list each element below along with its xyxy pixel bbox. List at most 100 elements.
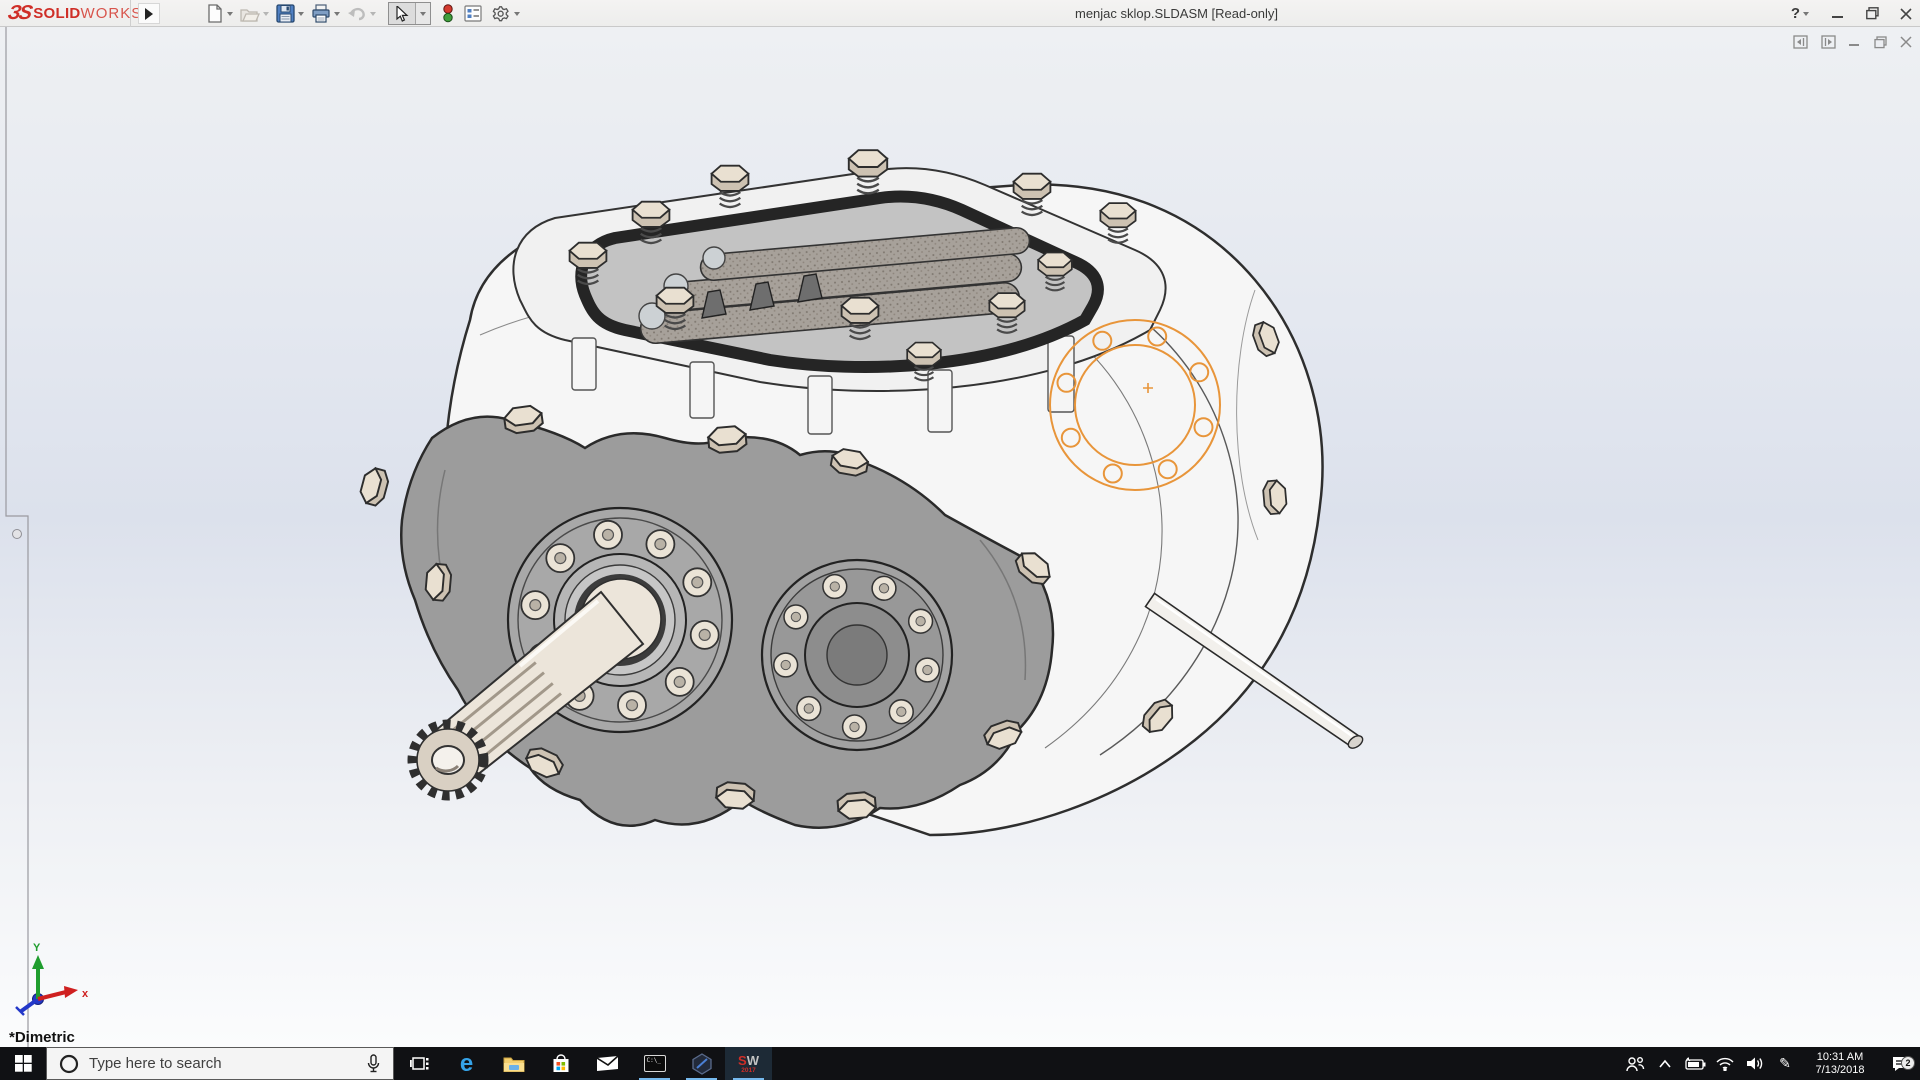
open-dropdown[interactable]	[263, 12, 269, 16]
cortana-icon	[59, 1054, 79, 1074]
logo-word-works: WORKS	[81, 5, 143, 22]
file-properties-button[interactable]	[463, 2, 483, 25]
document-minimize-button[interactable]	[1849, 36, 1861, 48]
taskbar-clock[interactable]: 10:31 AM 7/13/2018	[1804, 1051, 1876, 1077]
menu-flyout-button[interactable]	[138, 3, 160, 24]
help-label: ?	[1791, 5, 1800, 22]
close-button[interactable]	[1896, 4, 1916, 24]
taskbar-edge[interactable]: e	[443, 1047, 490, 1080]
edge-icon: e	[460, 1052, 473, 1076]
windows-taskbar: e C:\_	[0, 1047, 1920, 1080]
options-button[interactable]	[491, 2, 526, 25]
x-axis-label: x	[82, 988, 89, 1000]
save-button[interactable]	[275, 2, 310, 25]
command-prompt-icon: C:\_	[644, 1055, 666, 1072]
document-restore-button[interactable]	[1874, 36, 1887, 49]
titlebar: ЗS SOLIDWORKS	[0, 0, 1920, 27]
action-center-button[interactable]: 2	[1880, 1055, 1920, 1072]
select-tool-button[interactable]	[388, 2, 431, 25]
orientation-triad: Y x	[6, 941, 106, 1021]
save-dropdown[interactable]	[298, 12, 304, 16]
people-button[interactable]	[1620, 1056, 1650, 1072]
restore-icon	[1866, 7, 1879, 20]
undo-arrow-icon	[347, 5, 367, 22]
show-hidden-icons-button[interactable]	[1650, 1059, 1680, 1069]
secondary-hub	[762, 560, 952, 750]
taskbar-hexagon-app[interactable]	[678, 1047, 725, 1080]
pen-icon: ✎	[1779, 1055, 1791, 1072]
mail-icon	[597, 1056, 618, 1072]
taskbar-solidworks[interactable]: SW 2017	[725, 1047, 772, 1080]
solidworks-2017-icon: SW 2017	[738, 1053, 759, 1075]
taskbar-search[interactable]	[46, 1047, 394, 1080]
chevron-up-icon	[1658, 1059, 1672, 1069]
task-view-button[interactable]	[396, 1047, 443, 1080]
options-dropdown[interactable]	[514, 12, 520, 16]
spline-shaft-end	[412, 724, 484, 796]
wifi-icon	[1716, 1057, 1734, 1071]
taskbar-file-explorer[interactable]	[490, 1047, 537, 1080]
rebuild-traffic-light-icon	[442, 4, 454, 23]
start-button[interactable]	[0, 1047, 46, 1080]
logo-separator	[130, 0, 131, 27]
solidworks-logo-mark-icon: ЗS	[6, 2, 33, 25]
windows-logo-icon	[15, 1055, 32, 1072]
battery-charging-icon	[1684, 1057, 1707, 1071]
search-input[interactable]	[89, 1055, 339, 1072]
pen-settings-button[interactable]: ✎	[1770, 1055, 1800, 1072]
select-tool-dropdown[interactable]	[415, 3, 430, 24]
play-arrow-icon	[144, 8, 154, 20]
options-gear-icon	[492, 4, 511, 23]
people-icon	[1625, 1056, 1645, 1072]
volume-button[interactable]	[1740, 1056, 1770, 1071]
save-floppy-icon	[276, 4, 295, 23]
collapsed-panel-edge[interactable]	[6, 27, 28, 1047]
document-title: menjac sklop.SLDASM [Read-only]	[1075, 0, 1278, 27]
store-icon	[551, 1054, 571, 1074]
taskbar-mail[interactable]	[584, 1047, 631, 1080]
print-dropdown[interactable]	[334, 12, 340, 16]
system-tray: ✎ 10:31 AM 7/13/2018 2	[1620, 1047, 1920, 1080]
open-button[interactable]	[239, 2, 275, 25]
network-button[interactable]	[1710, 1057, 1740, 1071]
taskbar-command-prompt[interactable]: C:\_	[631, 1047, 678, 1080]
microphone-icon[interactable]	[366, 1054, 381, 1073]
file-properties-icon	[464, 5, 482, 22]
titlebar-controls: ?	[1791, 0, 1916, 27]
print-icon	[311, 4, 331, 23]
collapse-left-panel-button[interactable]	[1793, 35, 1808, 49]
file-explorer-icon	[503, 1055, 525, 1073]
notification-badge: 2	[1901, 1056, 1915, 1070]
solidworks-logo: ЗS SOLIDWORKS	[8, 2, 142, 25]
main-toolbar	[205, 2, 526, 25]
help-dropdown[interactable]	[1803, 12, 1809, 16]
expand-right-panel-button[interactable]	[1821, 35, 1836, 49]
document-window-controls	[1793, 35, 1912, 49]
graphics-area[interactable]: Y x *Dimetric	[0, 27, 1920, 1047]
close-icon	[1900, 8, 1912, 20]
undo-button[interactable]	[346, 2, 382, 25]
select-cursor-icon	[396, 6, 409, 22]
speaker-icon	[1746, 1056, 1764, 1071]
new-document-dropdown[interactable]	[227, 12, 233, 16]
new-document-icon	[206, 4, 224, 23]
tray-date: 7/13/2018	[1804, 1064, 1876, 1077]
print-button[interactable]	[310, 2, 346, 25]
new-document-button[interactable]	[205, 2, 239, 25]
document-close-button[interactable]	[1900, 36, 1912, 48]
logo-word-solid: SOLID	[33, 5, 80, 22]
taskbar-store[interactable]	[537, 1047, 584, 1080]
restore-button[interactable]	[1862, 4, 1882, 24]
rebuild-button[interactable]	[441, 2, 455, 25]
task-view-icon	[410, 1055, 429, 1072]
3d-model-gearbox[interactable]	[0, 27, 1920, 1047]
hexagon-app-icon	[692, 1053, 712, 1075]
help-button[interactable]: ?	[1791, 5, 1814, 22]
y-axis-label: Y	[33, 942, 41, 954]
undo-dropdown[interactable]	[370, 12, 376, 16]
taskbar-apps: e C:\_	[396, 1047, 772, 1080]
minimize-button[interactable]	[1828, 4, 1848, 24]
battery-button[interactable]	[1680, 1057, 1710, 1071]
tray-time: 10:31 AM	[1804, 1051, 1876, 1064]
open-folder-icon	[240, 5, 260, 23]
